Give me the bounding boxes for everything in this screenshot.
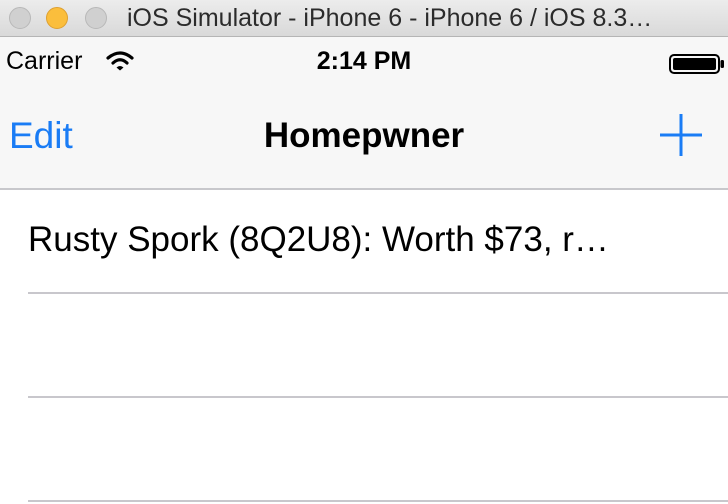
battery-icon — [669, 54, 724, 74]
zoom-window-button[interactable] — [85, 7, 107, 29]
table-row[interactable] — [28, 294, 728, 398]
window-title: iOS Simulator - iPhone 6 - iPhone 6 / iO… — [127, 4, 653, 32]
status-time: 2:14 PM — [316, 47, 412, 75]
nav-title: Homepwner — [263, 116, 465, 155]
minimize-window-button[interactable] — [46, 7, 68, 29]
plus-icon[interactable] — [658, 112, 704, 158]
table-row[interactable]: Rusty Spork (8Q2U8): Worth $73, r… — [28, 190, 728, 294]
window-title-bar: iOS Simulator - iPhone 6 - iPhone 6 / iO… — [0, 0, 728, 37]
close-window-button[interactable] — [9, 7, 31, 29]
table-row[interactable] — [28, 398, 728, 502]
navigation-bar: Edit Homepwner — [0, 89, 728, 190]
row-label: Rusty Spork (8Q2U8): Worth $73, r… — [28, 220, 609, 259]
simulator-window: iOS Simulator - iPhone 6 - iPhone 6 / iO… — [0, 0, 728, 504]
items-table[interactable]: Rusty Spork (8Q2U8): Worth $73, r… — [0, 190, 728, 504]
status-bar: Carrier 2:14 PM — [0, 37, 728, 89]
